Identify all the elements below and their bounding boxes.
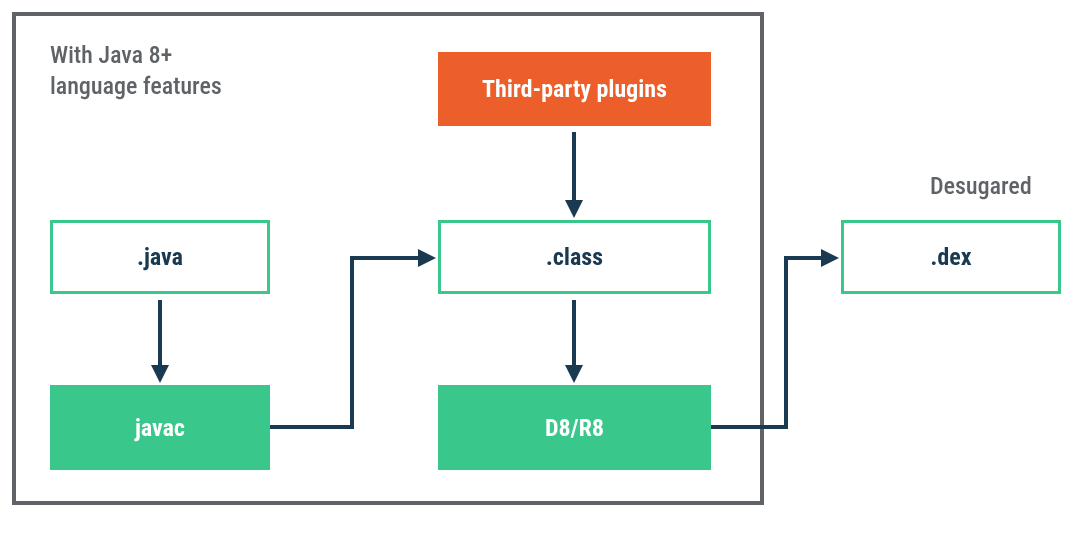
java-label: .java xyxy=(137,243,183,271)
javac-label: javac xyxy=(135,414,185,442)
header-title: With Java 8+ language features xyxy=(50,40,222,102)
javac-node: javac xyxy=(50,385,270,470)
header-line1: With Java 8+ xyxy=(50,41,172,69)
plugins-node: Third-party plugins xyxy=(438,52,711,126)
desugared-annotation: Desugared xyxy=(930,172,1032,200)
class-label: .class xyxy=(546,243,603,271)
class-node: .class xyxy=(438,220,711,294)
dex-node: .dex xyxy=(841,220,1061,294)
d8r8-node: D8/R8 xyxy=(438,385,711,470)
java-node: .java xyxy=(50,220,270,294)
dex-label: .dex xyxy=(930,243,971,271)
plugins-label: Third-party plugins xyxy=(482,75,667,103)
d8r8-label: D8/R8 xyxy=(545,414,604,442)
desugared-text: Desugared xyxy=(930,172,1032,200)
header-line2: language features xyxy=(50,72,222,100)
